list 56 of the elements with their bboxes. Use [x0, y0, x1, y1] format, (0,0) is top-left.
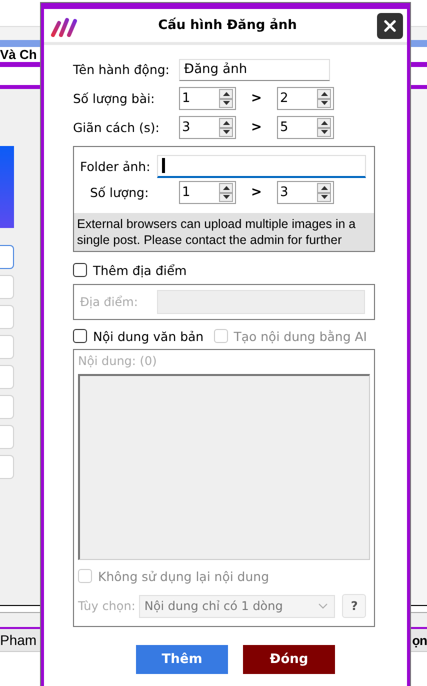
- column-header: Và Ch: [0, 47, 37, 62]
- field-label: Địa điểm:: [80, 295, 139, 309]
- down-arrow-icon: [222, 195, 230, 200]
- dialog-title: Cấu hình Đăng ảnh: [157, 18, 298, 33]
- folder-field[interactable]: [157, 154, 366, 178]
- down-arrow-icon: [320, 195, 328, 200]
- spin-up-button[interactable]: [317, 89, 331, 98]
- field-label: Tên hành động:: [73, 62, 171, 77]
- spin-up-button[interactable]: [219, 89, 233, 98]
- checkbox-label: Không sử dụng lại nội dung: [98, 568, 270, 584]
- option-dropdown[interactable]: Nội dung chỉ có 1 dòng: [139, 594, 336, 618]
- down-arrow-icon: [320, 101, 328, 106]
- content-count-label: Nội dung: (0): [78, 354, 158, 370]
- close-button[interactable]: [377, 12, 403, 38]
- add-button[interactable]: Thêm: [136, 645, 228, 674]
- checkbox[interactable]: [73, 263, 87, 277]
- number-field[interactable]: 5: [277, 116, 334, 139]
- help-button[interactable]: ?: [342, 594, 366, 618]
- number-field[interactable]: 3: [179, 116, 236, 139]
- up-arrow-icon: [320, 186, 328, 190]
- number-field[interactable]: 1: [179, 181, 236, 204]
- field-label: Tùy chọn:: [78, 599, 136, 613]
- down-arrow-icon: [222, 101, 230, 106]
- down-arrow-icon: [222, 130, 230, 134]
- up-arrow-icon: [320, 92, 328, 96]
- close-dialog-button[interactable]: Đóng: [243, 645, 335, 674]
- checkbox[interactable]: [73, 329, 87, 343]
- field-label: Số lượng bài:: [73, 91, 156, 106]
- checkbox-label: Thêm địa điểm: [93, 262, 187, 278]
- chevron-down-icon: [318, 603, 328, 609]
- table-cell: ọn: [412, 632, 427, 648]
- spin-up-button[interactable]: [317, 118, 331, 128]
- field-label: Giãn cách (s):: [73, 120, 160, 135]
- up-arrow-icon: [222, 120, 230, 125]
- spin-up-button[interactable]: [219, 183, 233, 192]
- checkbox-label: Nội dung văn bản: [93, 328, 204, 344]
- number-field[interactable]: 1: [179, 87, 236, 110]
- number-field[interactable]: 3: [277, 181, 334, 204]
- up-arrow-icon: [222, 186, 230, 190]
- field-label: Folder ảnh:: [80, 158, 152, 174]
- range-separator: >: [250, 185, 263, 200]
- range-separator: >: [250, 91, 263, 106]
- down-arrow-icon: [320, 130, 328, 134]
- action-name-field[interactable]: Đăng ảnh: [179, 58, 330, 80]
- up-arrow-icon: [320, 120, 328, 125]
- range-separator: >: [250, 120, 263, 135]
- info-note: External browsers can upload multiple images in a single post. Please contact the admin for further: [74, 213, 374, 251]
- up-arrow-icon: [222, 92, 230, 96]
- checkbox-label: Tạo nội dung bằng AI: [234, 328, 367, 344]
- number-field[interactable]: 2: [277, 87, 334, 110]
- close-icon: [384, 20, 396, 32]
- list-item[interactable]: [0, 245, 14, 269]
- spin-up-button[interactable]: [219, 118, 233, 128]
- field-label: Số lượng:: [90, 185, 150, 200]
- spin-up-button[interactable]: [317, 183, 331, 192]
- table-cell: Pham: [0, 632, 37, 648]
